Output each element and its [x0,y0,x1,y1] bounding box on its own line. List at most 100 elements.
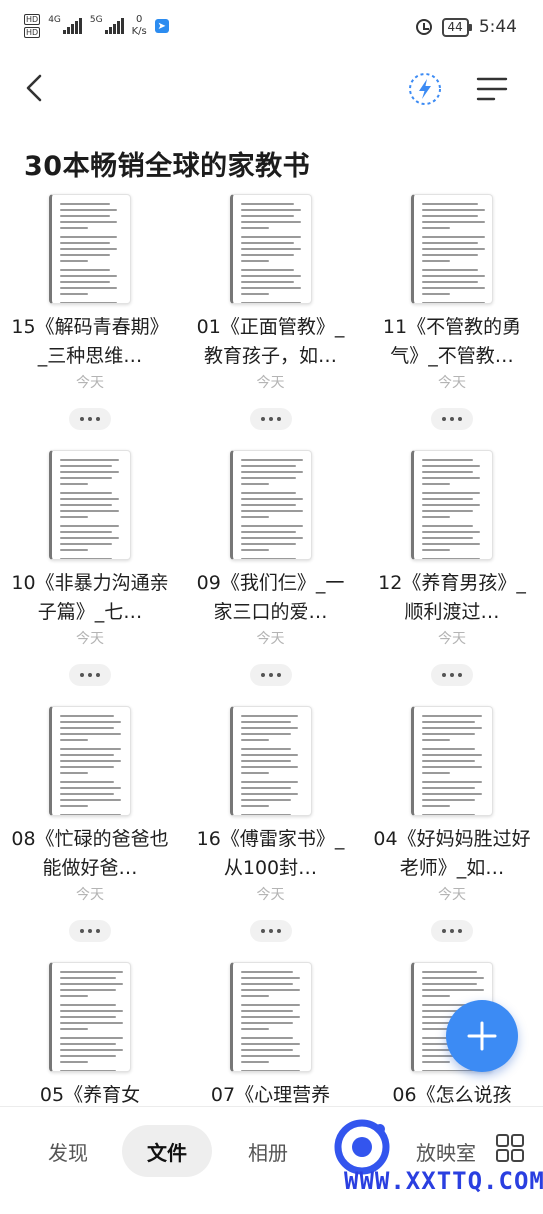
thumbnail-text-line [240,275,301,277]
file-item[interactable]: 08《忙碌的爸爸也能做好爸… 今天 [0,702,180,958]
thumbnail-text-line [240,483,269,485]
more-options-button[interactable] [69,920,111,942]
thumbnail-text-line [422,558,480,559]
thumbnail-text-line [422,227,450,229]
thumbnail-text-line [422,727,482,729]
nav-files[interactable]: 文件 [122,1125,212,1177]
thumbnail-text-line [422,302,485,303]
signal-icon-1 [62,18,82,34]
thumbnail-text-line [240,1049,293,1051]
thumbnail-text-line [422,715,482,717]
thumbnail-text-line [60,477,112,479]
thumbnail-text-line [240,1043,300,1045]
thumbnail-text-line [240,989,300,991]
thumbnail-text-line [422,281,478,283]
file-item[interactable]: 11《不管教的勇气》_不管教… 今天 [361,190,543,446]
add-button[interactable] [446,1000,518,1072]
menu-button[interactable] [474,72,510,106]
file-item[interactable]: 04《好妈妈胜过好老师》_如… 今天 [361,702,543,958]
quick-action-button[interactable] [406,70,444,108]
document-thumbnail[interactable] [411,194,493,304]
dot-icon [442,417,446,421]
document-thumbnail[interactable] [49,962,131,1072]
file-item[interactable]: 15《解码青春期》_三种思维… 今天 [0,190,180,446]
document-thumbnail[interactable] [229,962,312,1072]
file-date: 今天 [256,631,285,647]
thumbnail-text-line [60,977,116,979]
thumbnail-text-line [60,465,112,467]
thumbnail-text-line [422,209,485,211]
dot-icon [260,929,265,933]
lightning-icon [409,73,441,105]
more-options-button[interactable] [431,920,473,942]
document-thumbnail[interactable] [411,450,493,560]
file-name: 10《非暴力沟通亲子篇》_七… [11,572,169,623]
clock: 5:44 [478,17,517,37]
thumbnail-text-line [422,477,480,479]
thumbnail-text-line [422,793,482,795]
file-item[interactable]: 09《我们仨》_一家三口的爱… 今天 [180,446,361,702]
thumbnail-text-line [240,504,296,506]
watermark-text: WWW.XXTTQ.COM [344,1167,543,1195]
file-item[interactable]: 01《正面管教》_教育孩子，如… 今天 [180,190,361,446]
thumbnail-text-line [422,531,480,533]
more-options-button[interactable] [431,408,473,430]
more-options-button[interactable] [249,408,292,430]
file-item[interactable]: 10《非暴力沟通亲子篇》_七… 今天 [0,446,180,702]
thumbnail-text-line [60,1037,123,1039]
document-thumbnail[interactable] [229,450,312,560]
thumbnail-text-line [240,537,303,539]
thumbnail-text-line [60,483,88,485]
thumbnail-text-line [240,1004,300,1006]
nav-albums[interactable]: 相册 [228,1125,308,1177]
document-thumbnail[interactable] [411,706,493,816]
dot-icon [450,673,454,677]
thumbnail-text-line [422,549,450,551]
document-thumbnail[interactable] [229,194,312,304]
thumbnail-text-line [60,1061,88,1063]
thumbnail-text-line [422,766,482,768]
document-thumbnail[interactable] [229,706,312,816]
document-thumbnail[interactable] [49,706,131,816]
more-options-button[interactable] [249,664,292,686]
file-name: 01《正面管教》_教育孩子，如… [196,316,345,367]
file-item[interactable]: 16《傅雷家书》_从100封… 今天 [180,702,361,958]
thumbnail-text-line [60,805,88,807]
thumbnail-text-line [240,715,298,717]
more-options-button[interactable] [69,408,111,430]
thumbnail-text-line [60,983,123,985]
thumbnail-text-line [240,977,300,979]
more-options-button[interactable] [69,664,111,686]
file-name: 15《解码青春期》_三种思维… [11,316,169,367]
document-thumbnail[interactable] [49,450,131,560]
thumbnail-text-line [422,471,473,473]
thumbnail-text-line [60,498,119,500]
network-speed: 0 K/s [132,14,147,38]
thumbnail-text-line [240,1028,269,1030]
thumbnail-text-line [422,293,450,295]
thumbnail-text-line [60,242,110,244]
file-date: 今天 [438,631,466,647]
thumbnail-text-line [422,510,473,512]
thumbnail-text-line [240,971,293,973]
dot-icon [268,673,273,677]
thumbnail-text-line [240,1037,293,1039]
thumbnail-text-line [240,733,291,735]
thumbnail-text-line [422,971,477,973]
apps-grid-icon[interactable] [495,1133,525,1163]
back-button[interactable] [18,70,54,106]
document-thumbnail[interactable] [49,194,131,304]
nav-discover[interactable]: 发现 [28,1125,108,1177]
thumbnail-text-line [240,558,296,559]
thumbnail-text-line [422,516,450,518]
notification-app-icon: ➤ [154,19,169,33]
network-type-1: 4G [48,15,61,25]
file-item[interactable]: 12《养育男孩》_顺利渡过… 今天 [361,446,543,702]
thumbnail-text-line [240,242,294,244]
thumbnail-text-line [422,504,480,506]
thumbnail-text-line [60,293,88,295]
thumbnail-text-line [422,242,478,244]
more-options-button[interactable] [249,920,292,942]
more-options-button[interactable] [431,664,473,686]
thumbnail-text-line [240,516,269,518]
